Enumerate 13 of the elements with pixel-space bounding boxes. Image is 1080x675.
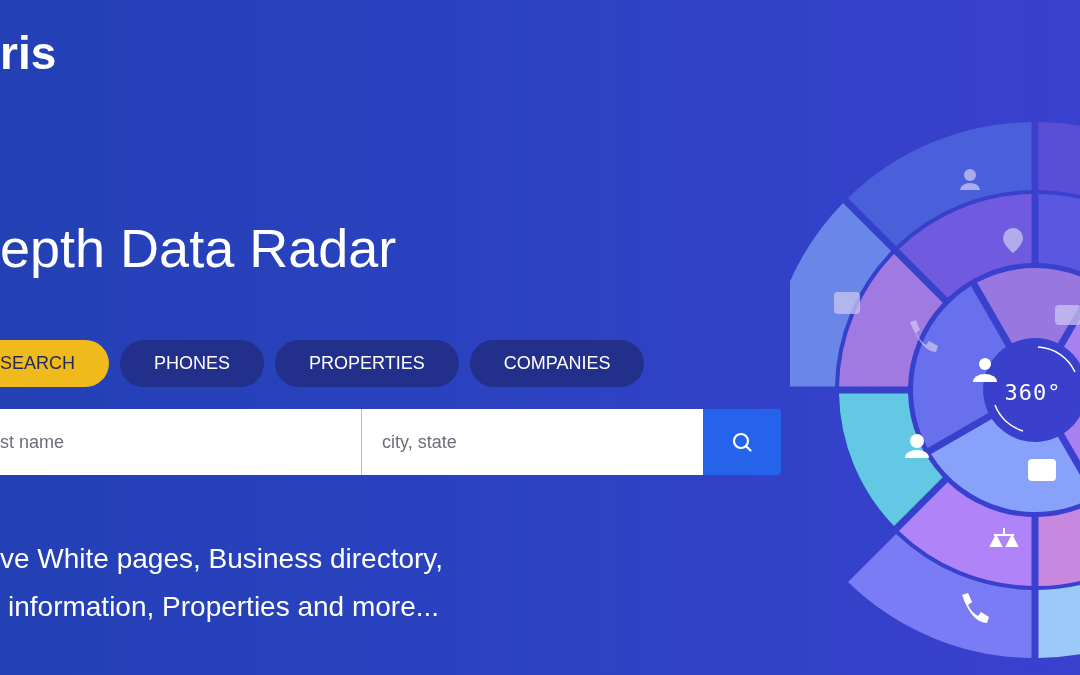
search-tab[interactable]: SEARCH	[0, 340, 109, 387]
search-field[interactable]: city, state	[362, 409, 703, 475]
description-line: information, Properties and more...	[7, 590, 441, 624]
search-field[interactable]: st name	[0, 409, 362, 475]
search-icon	[731, 431, 753, 453]
search-button[interactable]	[703, 409, 781, 475]
search-tab[interactable]: PHONES	[120, 340, 265, 387]
headline: epth Data Radar	[0, 217, 398, 280]
radar-label: 360°	[1004, 380, 1062, 405]
logo[interactable]: ris	[0, 28, 57, 78]
search-tab[interactable]: COMPANIES	[469, 340, 645, 387]
search-tab[interactable]: PROPERTIES	[275, 340, 459, 387]
description-line: ve White pages, Business directory,	[0, 542, 444, 576]
